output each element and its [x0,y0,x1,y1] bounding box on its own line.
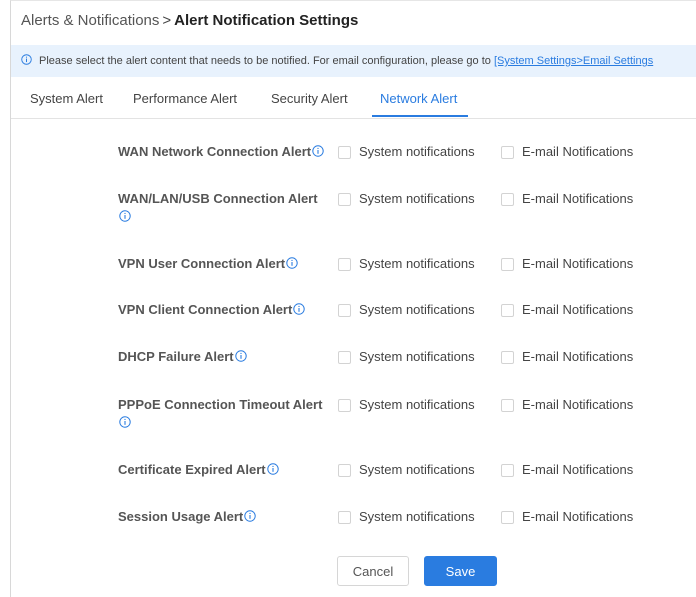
alert-label: DHCP Failure Alert [118,348,328,366]
alert-label-text: WAN Network Connection Alert [118,144,312,159]
email-notifications-label[interactable]: E-mail Notifications [522,191,633,206]
alert-row: Certificate Expired Alert System notifica… [11,461,696,501]
alert-row: WAN/LAN/USB Connection Alert System notif… [11,190,696,230]
info-icon[interactable] [119,415,131,428]
system-notifications-label[interactable]: System notifications [359,397,475,412]
alert-label: WAN/LAN/USB Connection Alert [118,190,328,226]
system-notifications-label[interactable]: System notifications [359,302,475,317]
system-notifications-checkbox[interactable] [338,258,351,271]
alert-label: Session Usage Alert [118,508,328,526]
breadcrumb-separator: > [162,12,172,29]
system-notifications-label[interactable]: System notifications [359,462,475,477]
system-notifications-checkbox[interactable] [338,351,351,364]
info-icon[interactable] [312,144,324,157]
save-button[interactable]: Save [424,556,497,586]
page-title: Alert Notification Settings [174,12,359,29]
email-notifications-label[interactable]: E-mail Notifications [522,397,633,412]
email-notifications-checkbox[interactable] [501,193,514,206]
alert-label-text: VPN Client Connection Alert [118,302,293,317]
alert-label-text: WAN/LAN/USB Connection Alert [118,191,318,206]
tab-performance-alert[interactable]: Performance Alert [133,91,237,106]
email-notifications-label[interactable]: E-mail Notifications [522,256,633,271]
info-banner: Please select the alert content that nee… [11,45,696,77]
alert-row: DHCP Failure Alert System notifications E-… [11,348,696,388]
email-notifications-label[interactable]: E-mail Notifications [522,509,633,524]
email-notifications-label[interactable]: E-mail Notifications [522,144,633,159]
info-icon [21,54,32,65]
system-notifications-checkbox[interactable] [338,399,351,412]
system-notifications-label[interactable]: System notifications [359,256,475,271]
alert-row: PPPoE Connection Timeout Alert System not… [11,396,696,436]
alert-label-text: VPN User Connection Alert [118,256,286,271]
email-notifications-checkbox[interactable] [501,511,514,524]
alert-label-text: DHCP Failure Alert [118,349,234,364]
info-icon[interactable] [286,256,298,269]
banner-text: Please select the alert content that nee… [39,45,653,77]
email-notifications-label[interactable]: E-mail Notifications [522,349,633,364]
email-notifications-label[interactable]: E-mail Notifications [522,462,633,477]
email-settings-link[interactable]: [System Settings>Email Settings [494,55,653,67]
tab-system-alert[interactable]: System Alert [30,91,103,106]
banner-message: Please select the alert content that nee… [39,55,494,67]
alert-row: VPN User Connection Alert System notifica… [11,255,696,295]
alert-row: Session Usage Alert System notifications E… [11,508,696,548]
alert-row: WAN Network Connection Alert System notif… [11,143,696,183]
info-icon[interactable] [293,302,306,315]
email-notifications-label[interactable]: E-mail Notifications [522,302,633,317]
active-tab-indicator [372,115,468,117]
breadcrumb: Alerts & Notifications > Alert Notificatio… [21,12,358,29]
email-notifications-checkbox[interactable] [501,464,514,477]
tab-security-alert[interactable]: Security Alert [271,91,348,106]
info-icon[interactable] [244,509,256,522]
email-notifications-checkbox[interactable] [501,258,514,271]
alert-label: Certificate Expired Alert [118,461,328,479]
email-notifications-checkbox[interactable] [501,146,514,159]
alert-label-text: Session Usage Alert [118,509,244,524]
system-notifications-checkbox[interactable] [338,146,351,159]
alert-label: WAN Network Connection Alert [118,143,328,161]
info-icon[interactable] [234,349,247,362]
cancel-button[interactable]: Cancel [337,556,409,586]
info-icon[interactable] [119,209,131,222]
system-notifications-checkbox[interactable] [338,304,351,317]
email-notifications-checkbox[interactable] [501,399,514,412]
system-notifications-label[interactable]: System notifications [359,144,475,159]
breadcrumb-parent[interactable]: Alerts & Notifications [21,12,159,29]
system-notifications-checkbox[interactable] [338,193,351,206]
tab-network-alert[interactable]: Network Alert [380,91,457,106]
alert-label: PPPoE Connection Timeout Alert [118,396,328,432]
system-notifications-label[interactable]: System notifications [359,191,475,206]
alert-tabs: System Alert Performance Alert Security … [11,83,696,119]
alert-label-text: PPPoE Connection Timeout Alert [118,397,323,412]
email-notifications-checkbox[interactable] [501,351,514,364]
email-notifications-checkbox[interactable] [501,304,514,317]
system-notifications-label[interactable]: System notifications [359,349,475,364]
alert-label-text: Certificate Expired Alert [118,462,266,477]
info-icon[interactable] [266,462,279,475]
alert-settings-panel: Alerts & Notifications > Alert Notificatio… [10,0,696,597]
alert-label: VPN User Connection Alert [118,255,328,273]
system-notifications-checkbox[interactable] [338,464,351,477]
system-notifications-checkbox[interactable] [338,511,351,524]
alert-row: VPN Client Connection Alert System notifi… [11,301,696,341]
system-notifications-label[interactable]: System notifications [359,509,475,524]
alert-label: VPN Client Connection Alert [118,301,328,319]
